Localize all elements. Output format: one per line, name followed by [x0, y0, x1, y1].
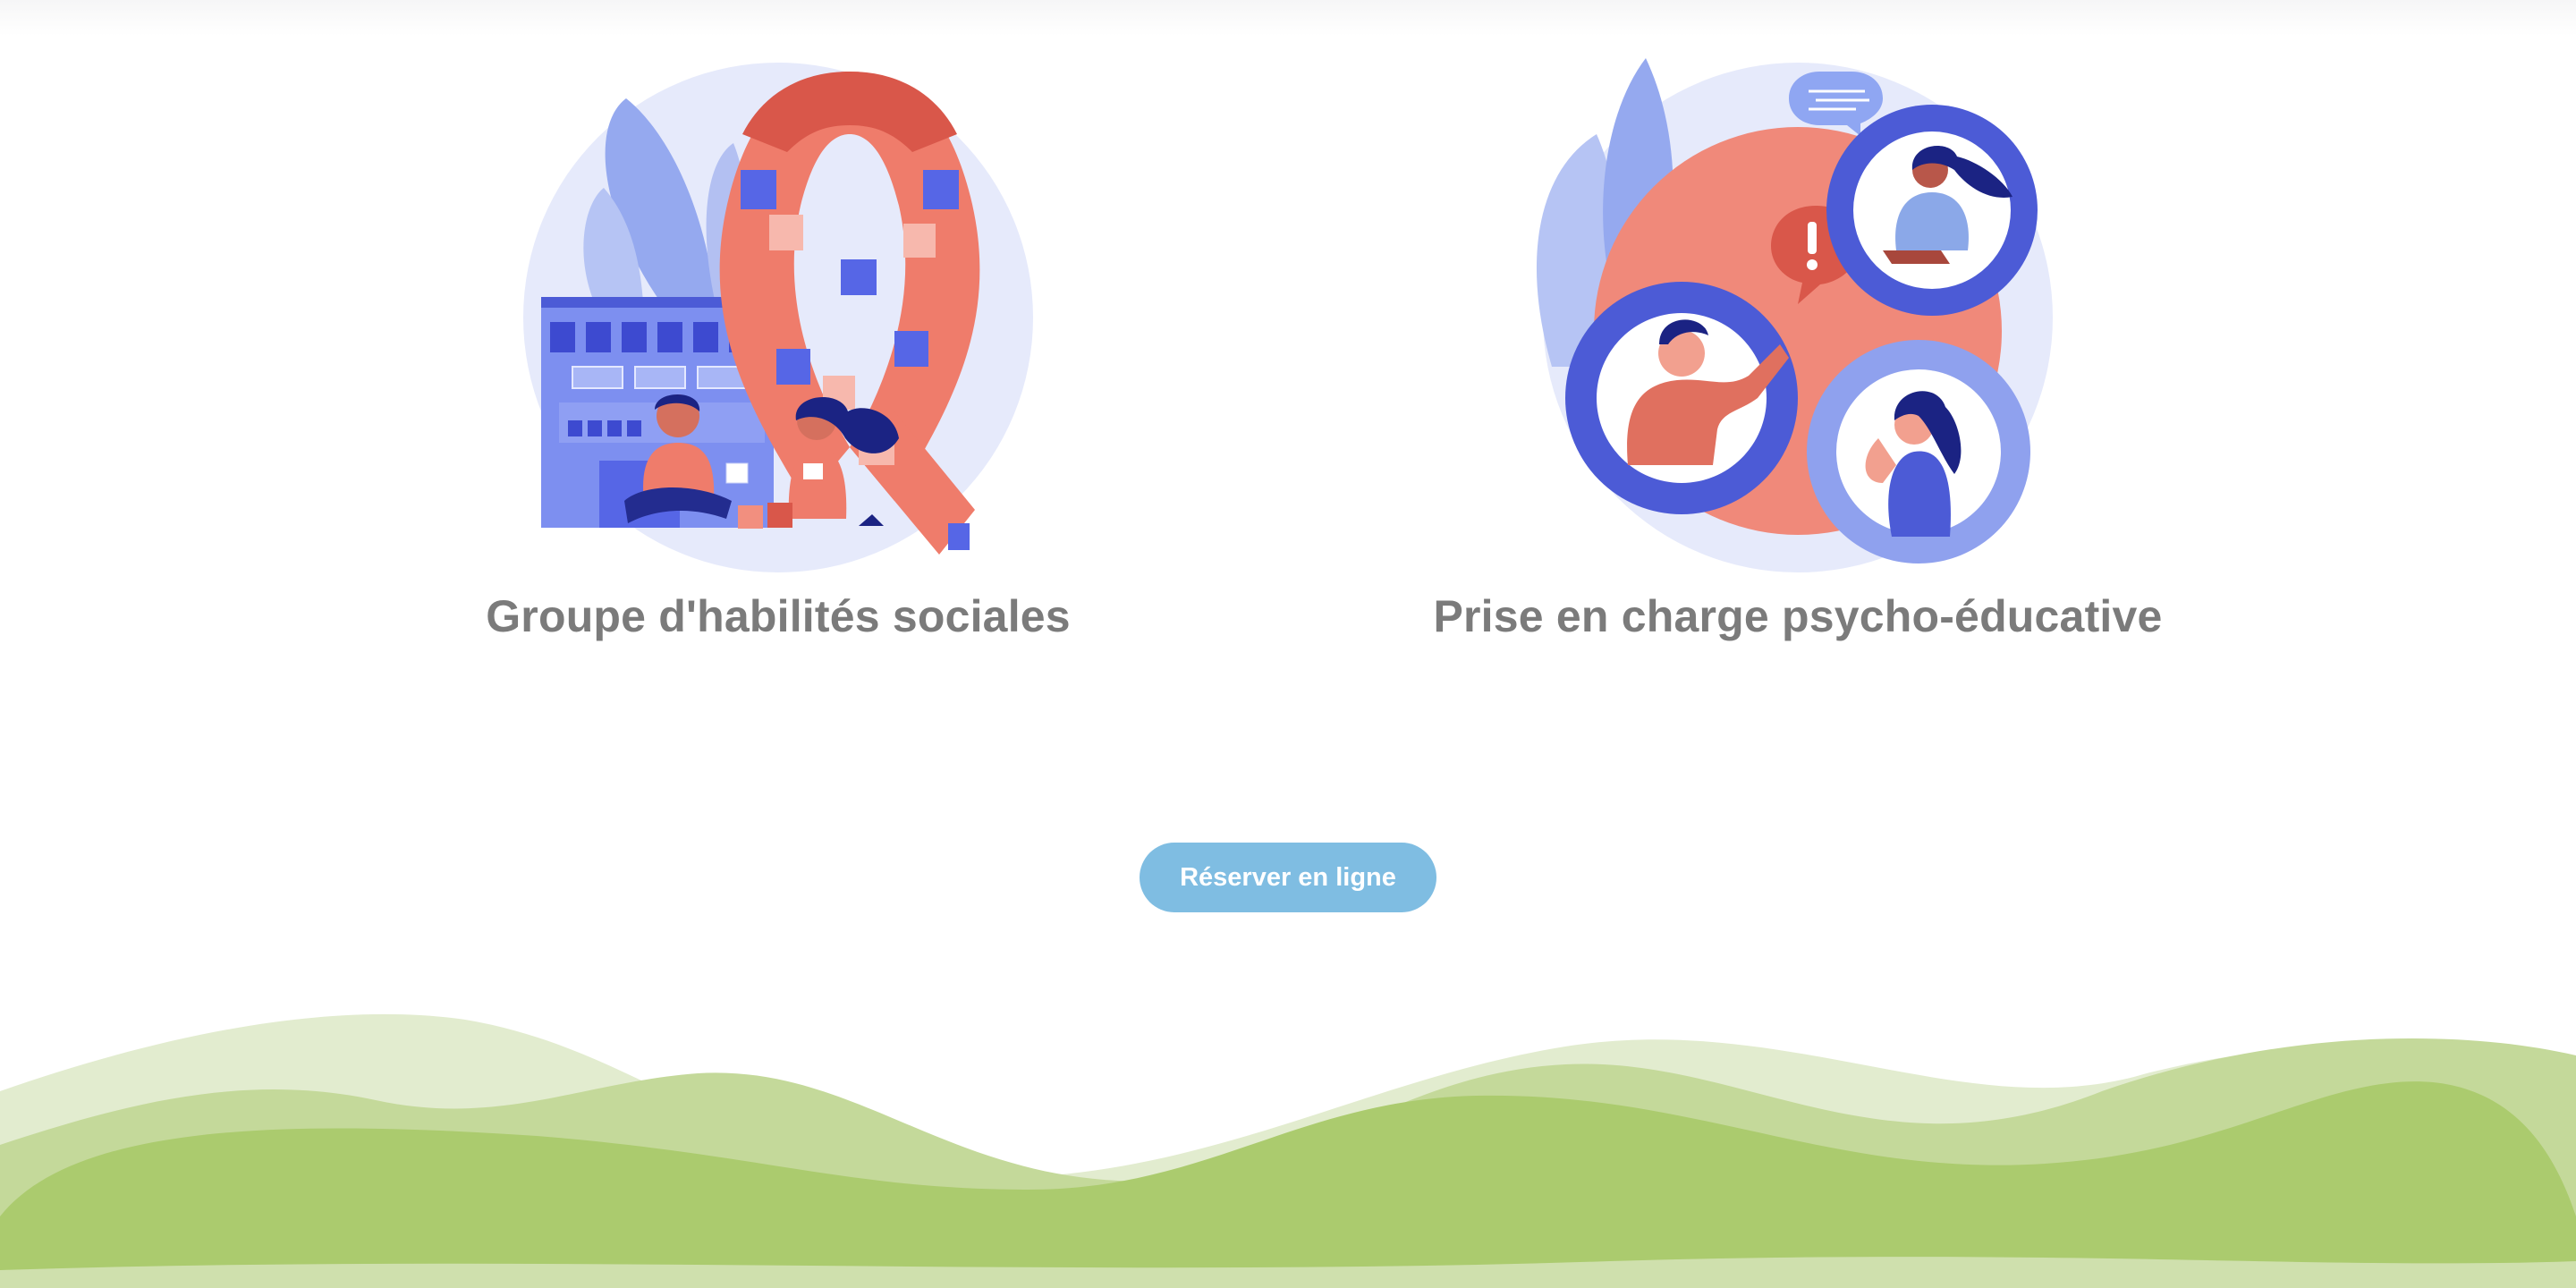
service-card-psychoeducation[interactable]: Prise en charge psycho-éducative: [1395, 36, 2200, 662]
people-in-gears-illustration: [1536, 58, 2053, 572]
service-title-social-skills: Groupe d'habilités sociales: [486, 591, 1071, 641]
top-strip: [0, 0, 2576, 36]
service-title-psychoeducation: Prise en charge psycho-éducative: [1433, 591, 2163, 641]
service-card-social-skills[interactable]: Groupe d'habilités sociales: [376, 36, 1181, 662]
decorative-hills: [0, 1013, 2576, 1288]
book-online-button[interactable]: Réserver en ligne: [1140, 843, 1436, 912]
autism-ribbon-children-illustration: [523, 63, 1033, 572]
